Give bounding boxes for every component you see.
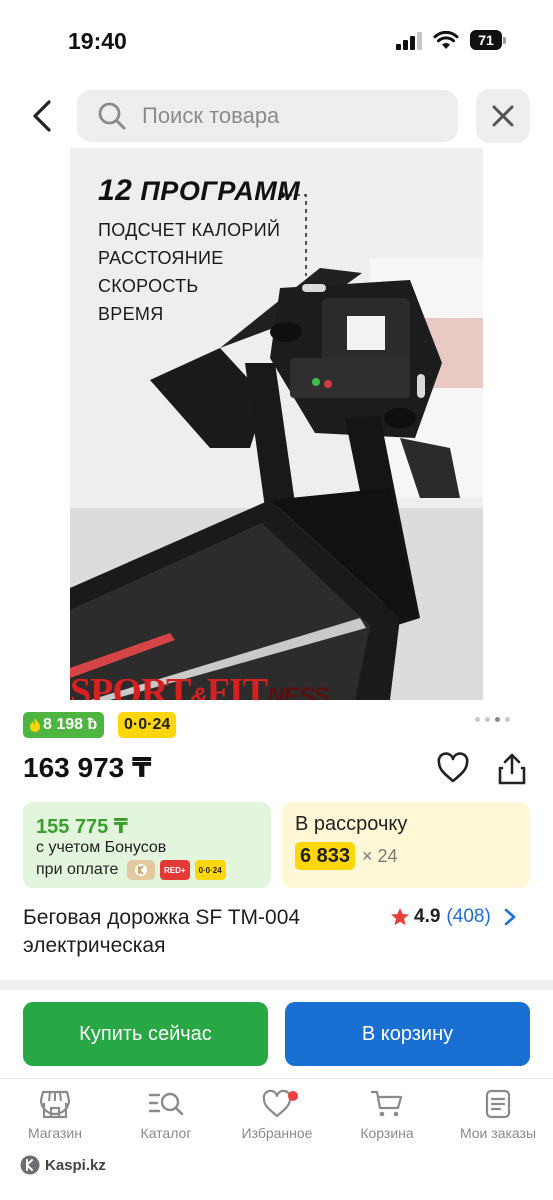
product-title-line1: Беговая дорожка SF TM-004 [23,906,301,929]
url-text: Kaspi.kz [45,1156,106,1174]
feature-distance: РАССТОЯНИЕ [98,248,224,268]
wifi-icon [433,30,459,49]
add-to-cart-button[interactable]: В корзину [285,1002,530,1066]
product-title: Беговая дорожка SF TM-004 электрическая [23,904,373,960]
nav-cart-label: Корзина [360,1125,414,1141]
close-button[interactable] [476,89,530,143]
product-price: 163 973 ₸ [23,752,152,783]
browser-url-bar[interactable]: Kaspi.kz [20,1152,106,1178]
kaspi-gold-icon [127,860,155,880]
feature-calories: ПОДСЧЕТ КАЛОРИЙ [98,220,281,240]
installment-title: В рассрочку [295,813,408,835]
chevron-right-icon [504,908,516,926]
bonus-price-card[interactable]: 155 775 ₸ с учетом Бонусов при оплате RE… [23,802,271,888]
nav-favorites[interactable]: Избранное [222,1089,332,1151]
bonus-price: 155 775 ₸ [36,816,128,838]
status-time: 19:40 [68,28,127,54]
pagination-dot [475,717,480,722]
heart-icon [437,752,469,783]
star-icon [391,908,409,926]
rating-link[interactable]: 4.9 (408) [390,904,517,930]
nav-shop[interactable]: Магазин [0,1089,110,1151]
search-input[interactable] [142,103,422,129]
close-icon [492,105,514,127]
chevron-left-icon [33,100,51,132]
share-icon [498,753,526,785]
search-icon [98,102,126,130]
bonus-badge: 8 198 ƀ [23,712,105,738]
pagination-dot [505,717,510,722]
bonus-note-line1: с учетом Бонусов [36,839,167,856]
installment-mini-badge: 0·0·24 [194,860,226,880]
signal-icon [396,32,422,50]
notification-dot [288,1091,298,1101]
payment-badges: RED+ 0·0·24 [127,860,226,880]
share-button[interactable] [496,752,528,786]
image-headline: 12 ПРОГРАММ [98,174,300,208]
product-title-line2: электрическая [23,934,166,957]
installment-badge: 0·0·24 [118,712,177,738]
pagination-dot-active [495,717,500,722]
store-icon [39,1090,71,1119]
search-box[interactable] [77,90,458,142]
product-image[interactable]: 12 ПРОГРАММ ПОДСЧЕТ КАЛОРИЙ РАССТОЯНИЕ С… [70,148,483,700]
brand-logo: SPORT&FITNESS [70,671,329,700]
nav-catalog-label: Каталог [140,1125,192,1141]
pagination-dot [485,717,490,722]
back-button[interactable] [26,96,58,136]
cart-icon [370,1090,403,1117]
nav-catalog[interactable]: Каталог [111,1089,221,1151]
nav-cart[interactable]: Корзина [332,1089,442,1151]
section-divider [0,980,553,990]
battery-icon: 71 [470,30,506,50]
orders-icon [485,1089,511,1119]
image-pagination [475,717,510,722]
bottom-navigation: Магазин Каталог Избранное Корзина Мои за… [0,1078,553,1150]
red-plus-badge: RED+ [160,860,190,880]
nav-shop-label: Магазин [27,1125,82,1141]
favorite-button[interactable] [436,752,470,784]
status-bar: 19:40 71 [0,0,553,80]
nav-favorites-label: Избранное [241,1125,313,1141]
bonus-note-line2: при оплате [36,861,119,878]
headline-number: 12 [98,174,133,207]
kaspi-logo-icon [20,1155,40,1175]
battery-level: 71 [470,30,502,50]
catalog-search-icon [148,1092,184,1116]
review-count: (408) [446,906,491,927]
nav-orders-label: Мои заказы [459,1125,537,1141]
nav-orders[interactable]: Мои заказы [443,1089,553,1151]
buy-now-button[interactable]: Купить сейчас [23,1002,268,1066]
installment-card[interactable]: В рассрочку 6 833 × 24 [282,802,530,888]
bonus-amount: 8 198 ƀ [43,716,98,733]
feature-time: ВРЕМЯ [98,304,164,324]
headline-text: ПРОГРАММ [140,176,301,206]
flame-icon [30,718,40,732]
rating-score: 4.9 [414,906,441,927]
installment-monthly: 6 833 [295,842,356,870]
feature-speed: СКОРОСТЬ [98,276,199,296]
installment-term: × 24 [362,846,398,866]
